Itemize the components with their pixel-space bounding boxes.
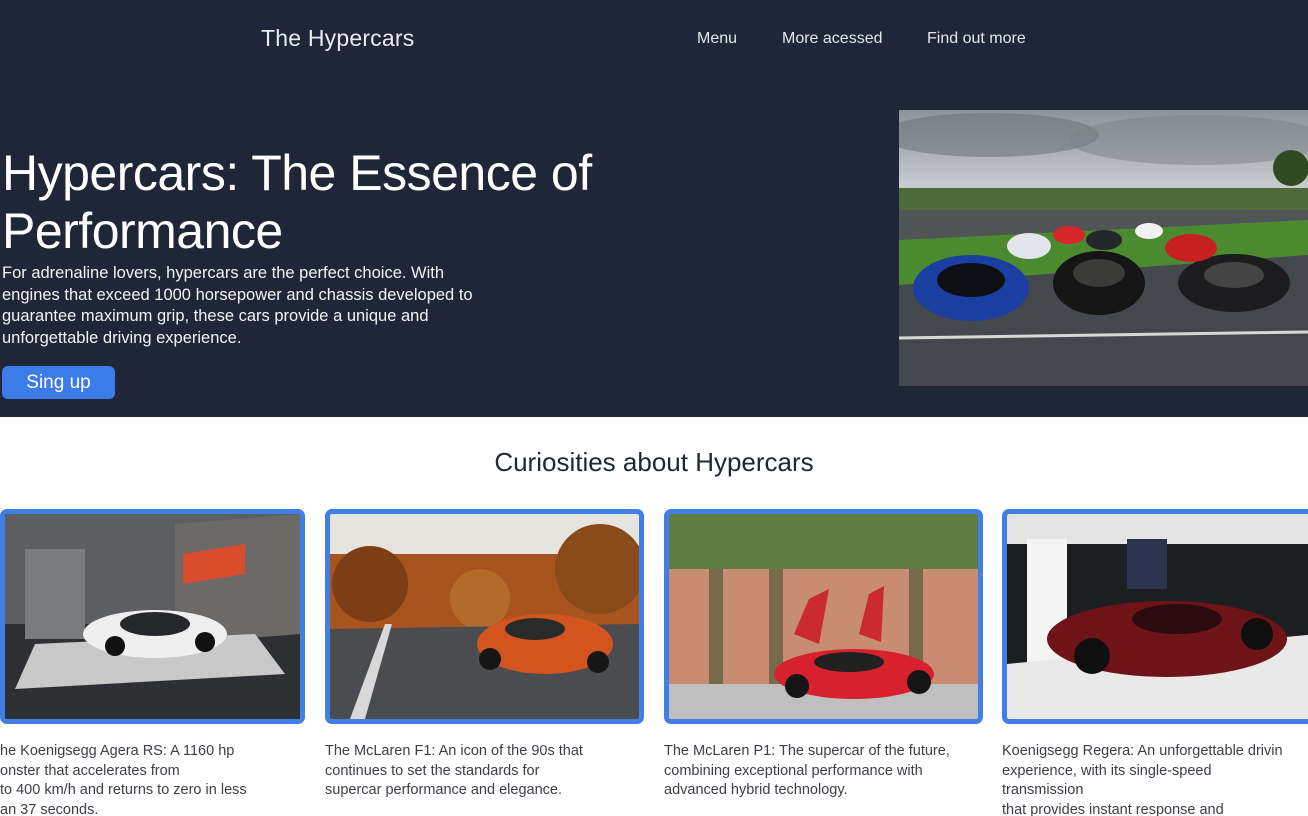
card-image-mclaren-f1[interactable]	[325, 509, 644, 724]
card-text-mclaren-f1: The McLaren F1: An icon of the 90s that …	[325, 743, 583, 798]
nav-link-menu[interactable]: Menu	[697, 30, 737, 48]
hero-section: The Hypercars Menu More acessed Find out…	[0, 0, 1308, 417]
nav-link-more-accessed[interactable]: More acessed	[782, 30, 883, 48]
card-text-mclaren-p1: The McLaren P1: The supercar of the futu…	[664, 743, 950, 798]
hero-description: For adrenaline lovers, hypercars are the…	[2, 264, 473, 347]
signup-button[interactable]: Sing up	[2, 366, 115, 399]
hero-photo-illustration	[899, 110, 1308, 386]
page: The Hypercars Menu More acessed Find out…	[0, 0, 1308, 816]
card-text-regera: Koenigsegg Regera: An unforgettable driv…	[1002, 743, 1283, 816]
card-image-koenigsegg-agera-rs[interactable]	[0, 509, 305, 724]
card-image-mclaren-p1[interactable]	[664, 509, 983, 724]
hero-hypercars-image	[899, 110, 1308, 386]
card-text-agera-rs: he Koenigsegg Agera RS: A 1160 hp onster…	[0, 743, 247, 816]
curiosities-title: Curiosities about Hypercars	[494, 447, 814, 477]
mclaren-p1-photo-illustration	[669, 514, 978, 719]
agera-rs-photo-illustration	[5, 514, 300, 719]
site-brand[interactable]: The Hypercars	[261, 25, 414, 52]
nav-link-find-out-more[interactable]: Find out more	[927, 30, 1026, 48]
card-image-koenigsegg-regera[interactable]	[1002, 509, 1308, 724]
mclaren-f1-photo-illustration	[330, 514, 639, 719]
regera-photo-illustration	[1007, 514, 1308, 719]
hero-title: Hypercars: The Essence of Performance	[2, 145, 592, 259]
